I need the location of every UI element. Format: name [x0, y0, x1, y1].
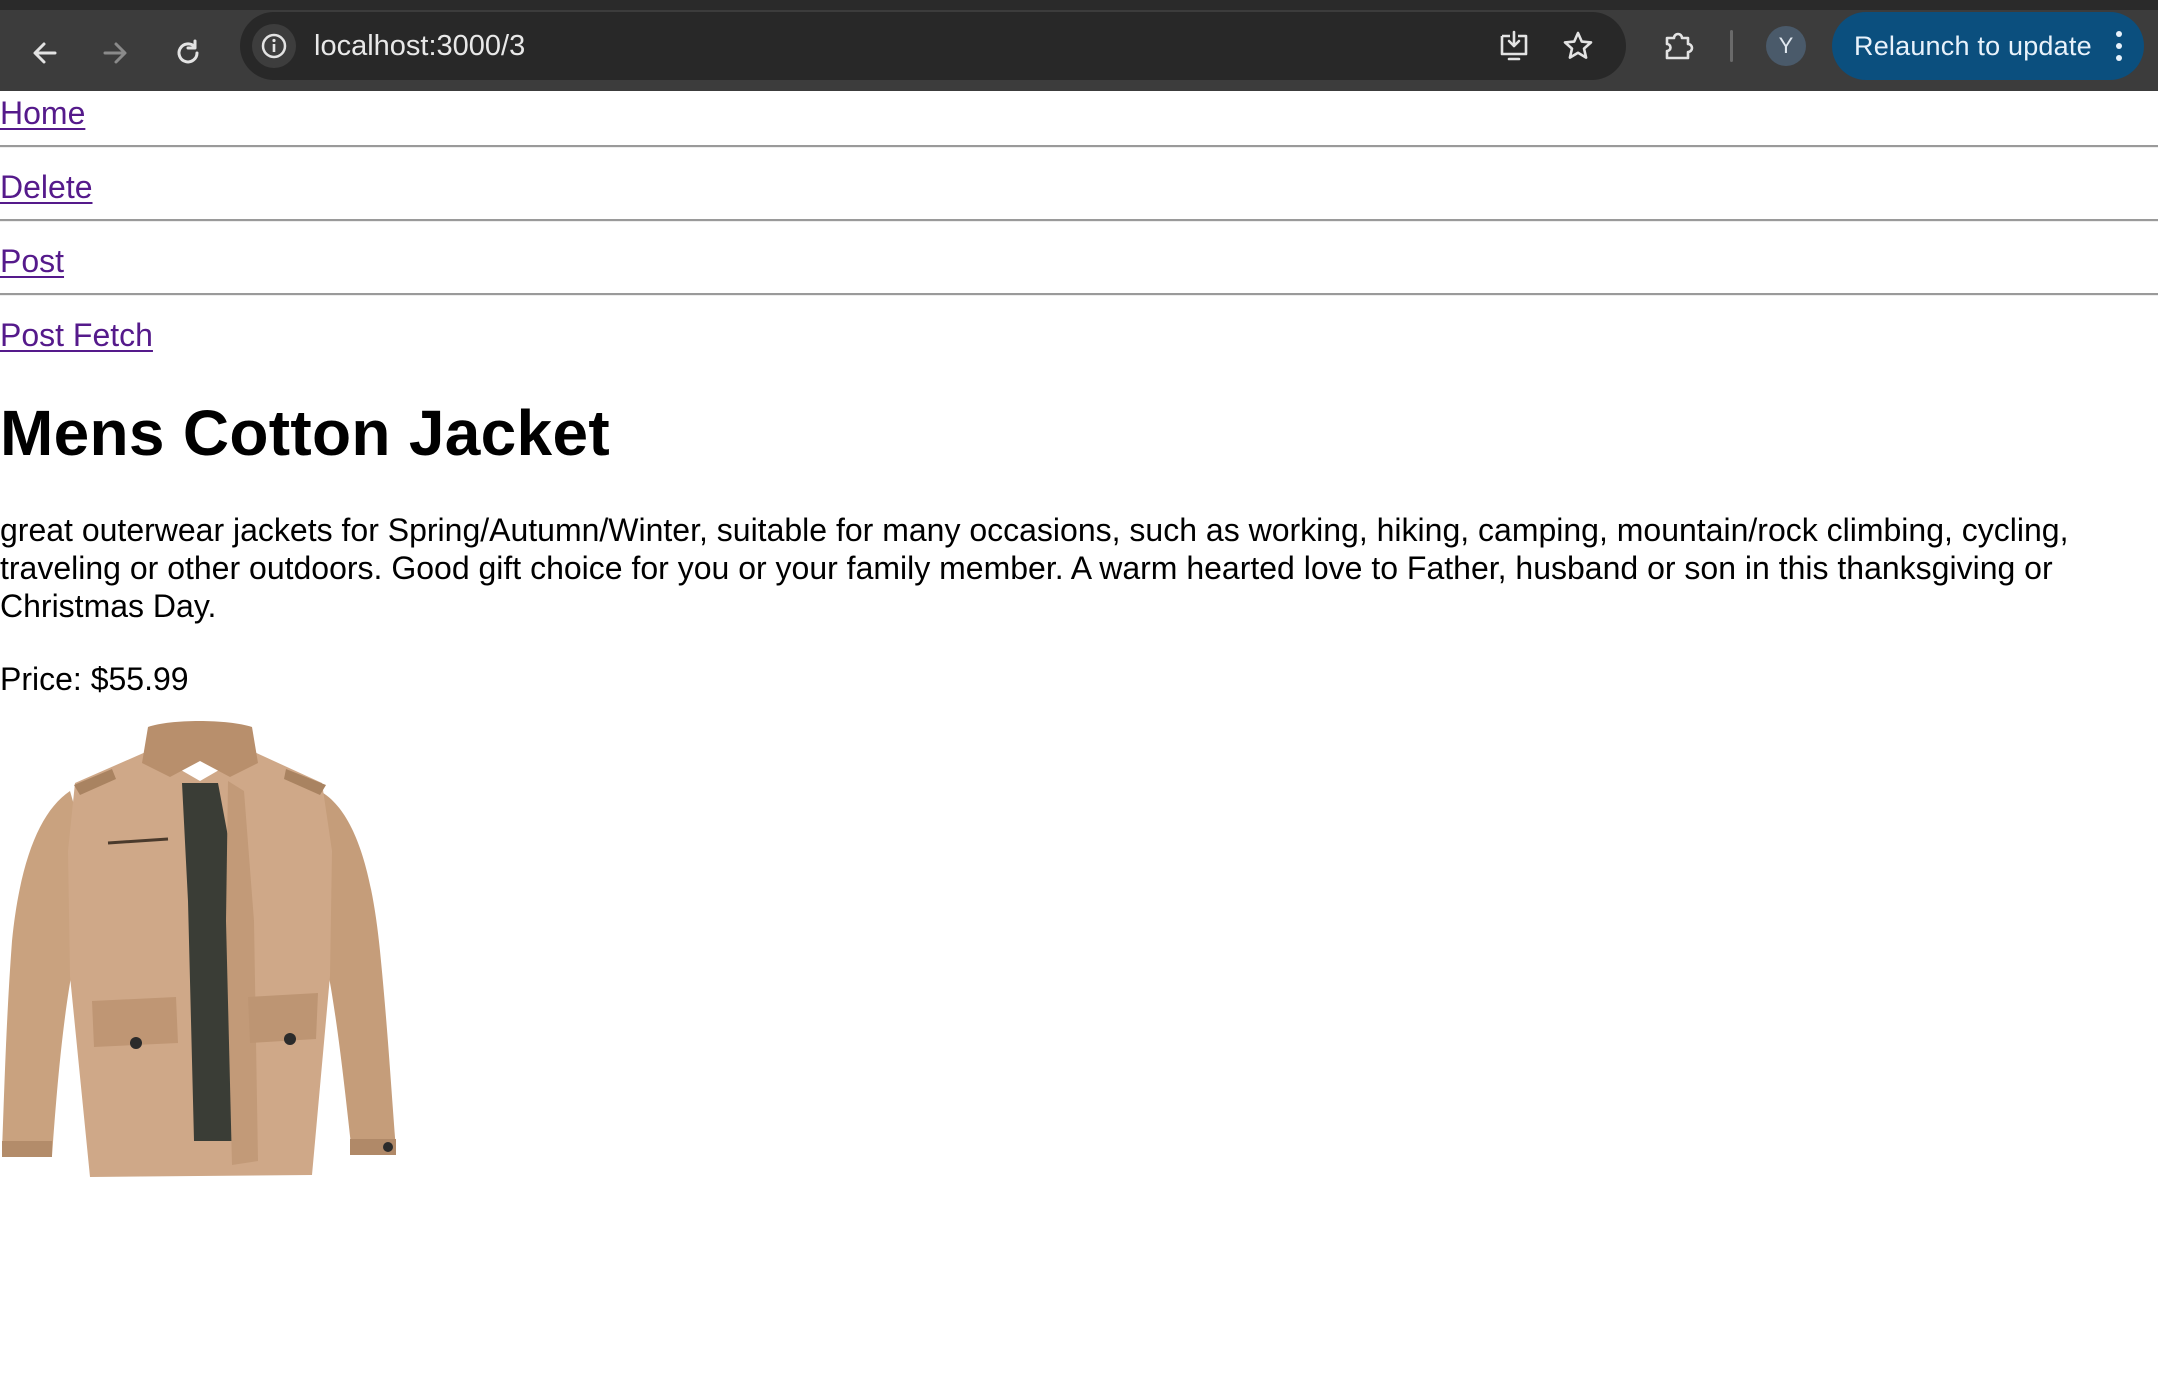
nav-divider [0, 293, 2158, 296]
toolbar-divider [1730, 30, 1733, 62]
page-content: Home Delete Post Post Fetch Mens Cotton … [0, 91, 2158, 1382]
site-info-icon [261, 33, 287, 59]
install-app-button[interactable] [1490, 22, 1538, 70]
nav-link-home[interactable]: Home [0, 93, 85, 133]
address-bar[interactable]: localhost:3000/3 [240, 12, 1626, 80]
relaunch-label: Relaunch to update [1854, 31, 2092, 61]
nav-link-post-fetch[interactable]: Post Fetch [0, 315, 153, 355]
reload-button[interactable] [163, 28, 213, 78]
nav-link-post[interactable]: Post [0, 241, 64, 281]
back-button[interactable] [20, 28, 70, 78]
forward-arrow-icon [103, 42, 127, 64]
kebab-menu-icon[interactable] [2104, 24, 2134, 68]
profile-avatar[interactable]: Y [1766, 26, 1806, 66]
relaunch-button[interactable]: Relaunch to update [1832, 12, 2144, 80]
extensions-puzzle-icon [1665, 32, 1694, 60]
product-image [2, 721, 396, 1177]
bookmark-button[interactable] [1554, 22, 1602, 70]
site-info-button[interactable] [252, 24, 296, 68]
back-arrow-icon [33, 42, 57, 64]
nav-divider [0, 145, 2158, 148]
browser-toolbar: localhost:3000/3 Y Relaunch to update [0, 0, 2158, 91]
bookmark-star-icon [1563, 31, 1593, 59]
forward-button[interactable] [90, 28, 140, 78]
nav-divider [0, 219, 2158, 222]
url-text[interactable]: localhost:3000/3 [314, 26, 525, 66]
nav-link-delete[interactable]: Delete [0, 167, 93, 207]
extensions-button[interactable] [1655, 22, 1703, 70]
product-price: Price: $55.99 [0, 661, 189, 697]
install-app-icon [1500, 30, 1528, 61]
product-description: great outerwear jackets for Spring/Autum… [0, 512, 2069, 624]
reload-icon [177, 39, 199, 64]
product-title: Mens Cotton Jacket [0, 397, 610, 469]
